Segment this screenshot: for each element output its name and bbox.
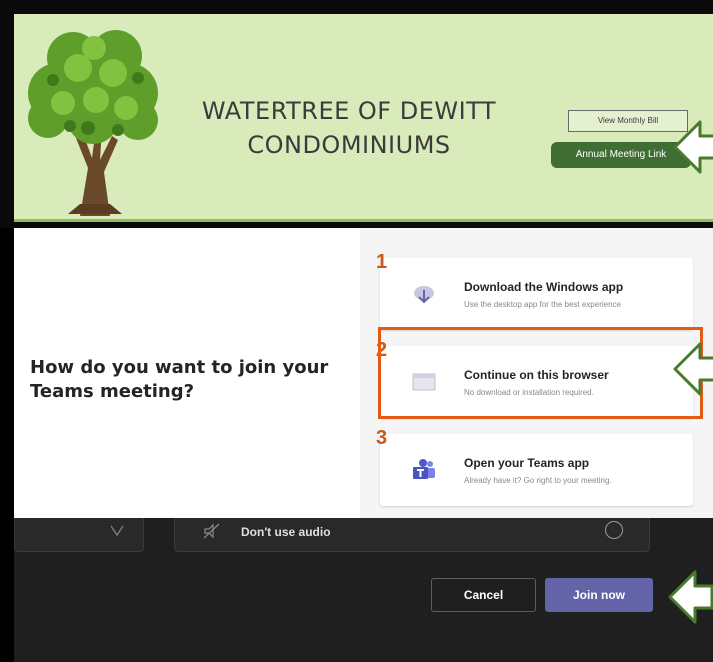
tree-icon [28,30,158,216]
download-icon [414,286,434,304]
cancel-button[interactable]: Cancel [431,578,536,612]
option-title: Download the Windows app [464,280,624,294]
audio-option-label: Don't use audio [241,525,331,539]
join-now-button[interactable]: Join now [545,578,653,612]
pointer-arrow-icon [668,570,713,624]
audio-radio-button[interactable] [605,521,623,539]
settings-icon [110,525,124,537]
site-title-line1: WATERTREE OF DEWITT [201,97,497,125]
step-number: 3 [376,427,388,449]
site-header: WATERTREE OF DEWITT CONDOMINIUMS View Mo… [14,14,713,222]
option-open-teams-app[interactable]: 3 Open your Teams app Already have it? G… [376,427,693,506]
audio-option-card[interactable] [14,518,144,552]
site-title-line2: CONDOMINIUMS [247,131,451,159]
teams-icon [413,459,435,479]
option-subtitle: Use the desktop app for the best experie… [464,300,621,309]
pointer-arrow-icon [673,342,713,396]
option-title: Open your Teams app [464,456,590,470]
view-monthly-bill-button[interactable]: View Monthly Bill [568,110,688,132]
annual-meeting-link-button[interactable]: Annual Meeting Link [551,142,691,168]
step-number: 1 [376,251,388,273]
highlight-box [378,327,703,419]
teams-prejoin-footer: Don't use audio Cancel Join now [14,518,713,662]
join-question-heading: How do you want to join your Teams meeti… [30,357,329,402]
option-download-app[interactable]: 1 Download the Windows app Use the deskt… [376,251,693,330]
website-header-screenshot: WATERTREE OF DEWITT CONDOMINIUMS View Mo… [0,0,713,228]
pointer-arrow-icon [673,120,713,174]
teams-join-dialog: How do you want to join your Teams meeti… [14,228,713,518]
option-subtitle: Already have it? Go right to your meetin… [464,476,612,485]
site-title: WATERTREE OF DEWITT CONDOMINIUMS [174,94,524,162]
dont-use-audio-option[interactable]: Don't use audio [174,518,650,552]
speaker-off-icon [203,523,220,539]
